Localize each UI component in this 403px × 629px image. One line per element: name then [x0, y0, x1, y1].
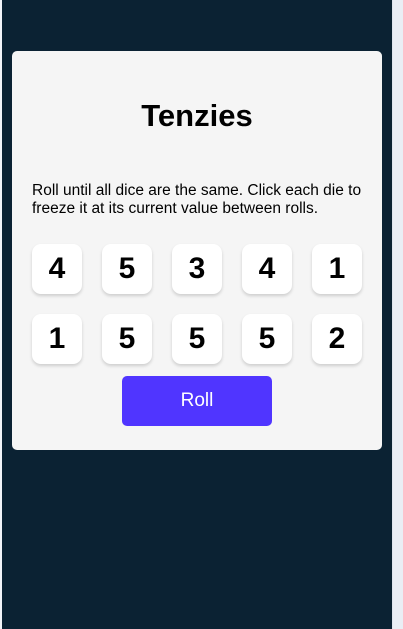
die-9[interactable]: 5 — [242, 314, 292, 364]
die-2[interactable]: 5 — [102, 244, 152, 294]
die-1[interactable]: 4 — [32, 244, 82, 294]
page-scrollbar-track — [392, 0, 403, 629]
dice-container: 4 5 3 4 1 1 5 5 5 2 — [32, 244, 362, 364]
die-8[interactable]: 5 — [172, 314, 222, 364]
die-4[interactable]: 4 — [242, 244, 292, 294]
die-10[interactable]: 2 — [312, 314, 362, 364]
roll-button[interactable]: Roll — [122, 376, 272, 426]
die-5[interactable]: 1 — [312, 244, 362, 294]
app-background: Tenzies Roll until all dice are the same… — [2, 0, 392, 629]
die-3[interactable]: 3 — [172, 244, 222, 294]
die-7[interactable]: 5 — [102, 314, 152, 364]
game-instructions: Roll until all dice are the same. Click … — [32, 182, 362, 217]
die-6[interactable]: 1 — [32, 314, 82, 364]
game-card: Tenzies Roll until all dice are the same… — [12, 51, 382, 450]
game-title: Tenzies — [141, 98, 253, 133]
